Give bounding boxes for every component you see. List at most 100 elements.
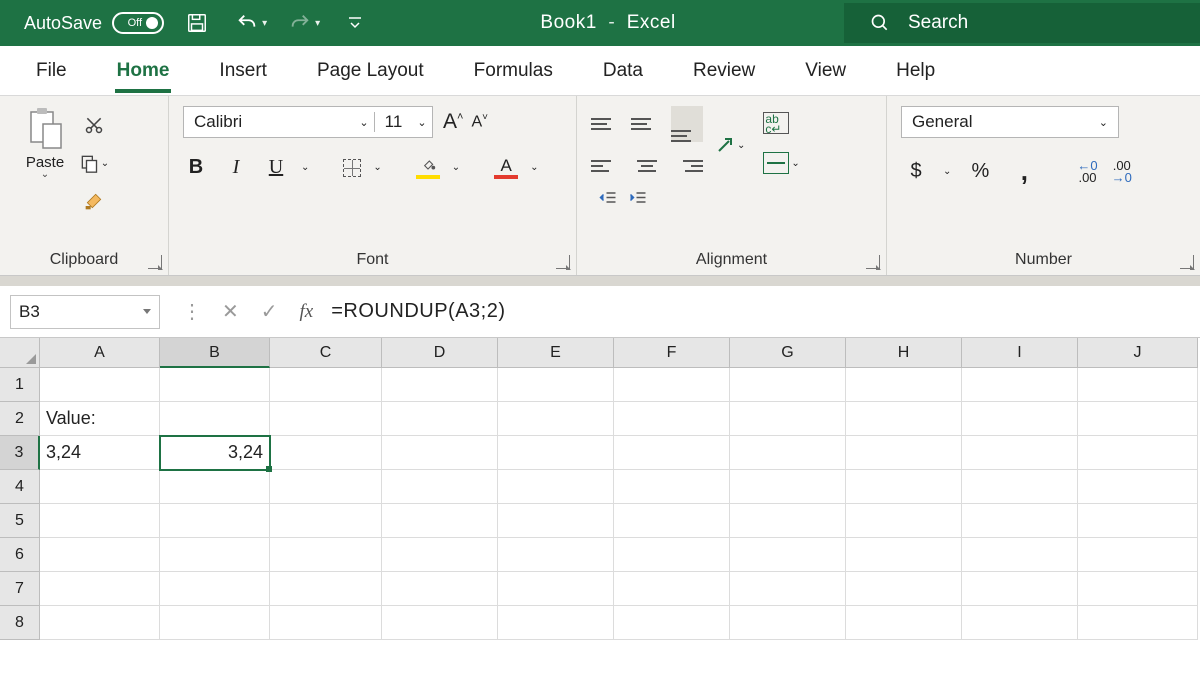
fill-color-icon[interactable]	[416, 157, 440, 179]
tab-help[interactable]: Help	[894, 52, 937, 90]
cell-B1[interactable]	[160, 368, 270, 402]
cell-C8[interactable]	[270, 606, 382, 640]
cell-C6[interactable]	[270, 538, 382, 572]
cell-G1[interactable]	[730, 368, 846, 402]
cell-J8[interactable]	[1078, 606, 1198, 640]
col-header-J[interactable]: J	[1078, 338, 1198, 368]
cell-I7[interactable]	[962, 572, 1078, 606]
align-left-icon[interactable]	[591, 148, 623, 184]
cell-H7[interactable]	[846, 572, 962, 606]
tab-file[interactable]: File	[34, 52, 69, 90]
chevron-down-icon[interactable]	[143, 309, 151, 314]
wrap-text-button[interactable]: abc↵	[763, 112, 799, 134]
cell-F3[interactable]	[614, 436, 730, 470]
cell-D2[interactable]	[382, 402, 498, 436]
formula-more-icon[interactable]: ⋮	[182, 299, 200, 324]
save-icon[interactable]	[180, 6, 214, 40]
cell-J6[interactable]	[1078, 538, 1198, 572]
autosave-control[interactable]: AutoSave Off	[24, 12, 164, 34]
cell-B4[interactable]	[160, 470, 270, 504]
chevron-down-icon[interactable]: ⌄	[373, 162, 381, 173]
cell-C3[interactable]	[270, 436, 382, 470]
number-format-picker[interactable]: General ⌄	[901, 106, 1119, 138]
col-header-B[interactable]: B	[160, 338, 270, 368]
chevron-down-icon[interactable]: ⌄	[791, 158, 799, 169]
cell-G4[interactable]	[730, 470, 846, 504]
enter-formula-icon[interactable]: ✓	[261, 299, 278, 324]
row-header-6[interactable]: 6	[0, 538, 40, 572]
align-right-icon[interactable]	[671, 148, 703, 184]
cell-I1[interactable]	[962, 368, 1078, 402]
cell-F8[interactable]	[614, 606, 730, 640]
alignment-launcher-icon[interactable]	[866, 255, 880, 269]
cell-A7[interactable]	[40, 572, 160, 606]
cell-E3[interactable]	[498, 436, 614, 470]
align-bottom-icon[interactable]	[671, 106, 703, 142]
percent-format-button[interactable]: %	[965, 160, 995, 183]
cell-C2[interactable]	[270, 402, 382, 436]
font-size-value[interactable]: 11	[374, 112, 412, 132]
cell-G2[interactable]	[730, 402, 846, 436]
cell-E4[interactable]	[498, 470, 614, 504]
row-header-4[interactable]: 4	[0, 470, 40, 504]
cell-D1[interactable]	[382, 368, 498, 402]
cell-I4[interactable]	[962, 470, 1078, 504]
copy-button[interactable]: ⌄	[78, 148, 110, 178]
col-header-I[interactable]: I	[962, 338, 1078, 368]
cell-C4[interactable]	[270, 470, 382, 504]
cell-F2[interactable]	[614, 402, 730, 436]
cell-H2[interactable]	[846, 402, 962, 436]
cell-J3[interactable]	[1078, 436, 1198, 470]
tab-data[interactable]: Data	[601, 52, 645, 90]
cancel-formula-icon[interactable]: ✕	[222, 299, 239, 324]
autosave-toggle[interactable]: Off	[112, 12, 164, 34]
format-painter-button[interactable]	[78, 186, 110, 216]
cell-I5[interactable]	[962, 504, 1078, 538]
cell-G6[interactable]	[730, 538, 846, 572]
row-header-1[interactable]: 1	[0, 368, 40, 402]
cell-H6[interactable]	[846, 538, 962, 572]
increase-font-icon[interactable]: A˄	[443, 110, 463, 134]
cell-J1[interactable]	[1078, 368, 1198, 402]
undo-dropdown-icon[interactable]: ▾	[262, 18, 267, 29]
cell-F6[interactable]	[614, 538, 730, 572]
cell-F1[interactable]	[614, 368, 730, 402]
row-header-7[interactable]: 7	[0, 572, 40, 606]
bold-button[interactable]: B	[183, 156, 209, 179]
cell-E2[interactable]	[498, 402, 614, 436]
cell-A6[interactable]	[40, 538, 160, 572]
align-middle-icon[interactable]	[631, 106, 663, 142]
tab-formulas[interactable]: Formulas	[472, 52, 555, 90]
cell-F4[interactable]	[614, 470, 730, 504]
cell-A3[interactable]: 3,24	[40, 436, 160, 470]
col-header-C[interactable]: C	[270, 338, 382, 368]
chevron-down-icon[interactable]: ⌄	[1099, 116, 1108, 129]
increase-decimal-icon[interactable]: ←0.00	[1077, 160, 1097, 184]
cell-B5[interactable]	[160, 504, 270, 538]
cell-E5[interactable]	[498, 504, 614, 538]
cell-B8[interactable]	[160, 606, 270, 640]
cell-B7[interactable]	[160, 572, 270, 606]
cell-B2[interactable]	[160, 402, 270, 436]
borders-icon[interactable]	[343, 159, 361, 177]
cell-H3[interactable]	[846, 436, 962, 470]
cell-I3[interactable]	[962, 436, 1078, 470]
cell-A8[interactable]	[40, 606, 160, 640]
number-launcher-icon[interactable]	[1180, 255, 1194, 269]
chevron-down-icon[interactable]: ⌄	[412, 116, 432, 129]
font-launcher-icon[interactable]	[556, 255, 570, 269]
orientation-button[interactable]: ⌄	[713, 133, 745, 157]
cell-J4[interactable]	[1078, 470, 1198, 504]
cell-A4[interactable]	[40, 470, 160, 504]
comma-format-button[interactable]: ,	[1009, 156, 1039, 187]
cell-J7[interactable]	[1078, 572, 1198, 606]
cell-J5[interactable]	[1078, 504, 1198, 538]
cell-I2[interactable]	[962, 402, 1078, 436]
cell-A2[interactable]: Value:	[40, 402, 160, 436]
insert-function-icon[interactable]: fx	[300, 301, 314, 323]
chevron-down-icon[interactable]: ⌄	[301, 162, 309, 173]
italic-button[interactable]: I	[223, 156, 249, 179]
tab-review[interactable]: Review	[691, 52, 757, 90]
cell-H8[interactable]	[846, 606, 962, 640]
cell-H4[interactable]	[846, 470, 962, 504]
